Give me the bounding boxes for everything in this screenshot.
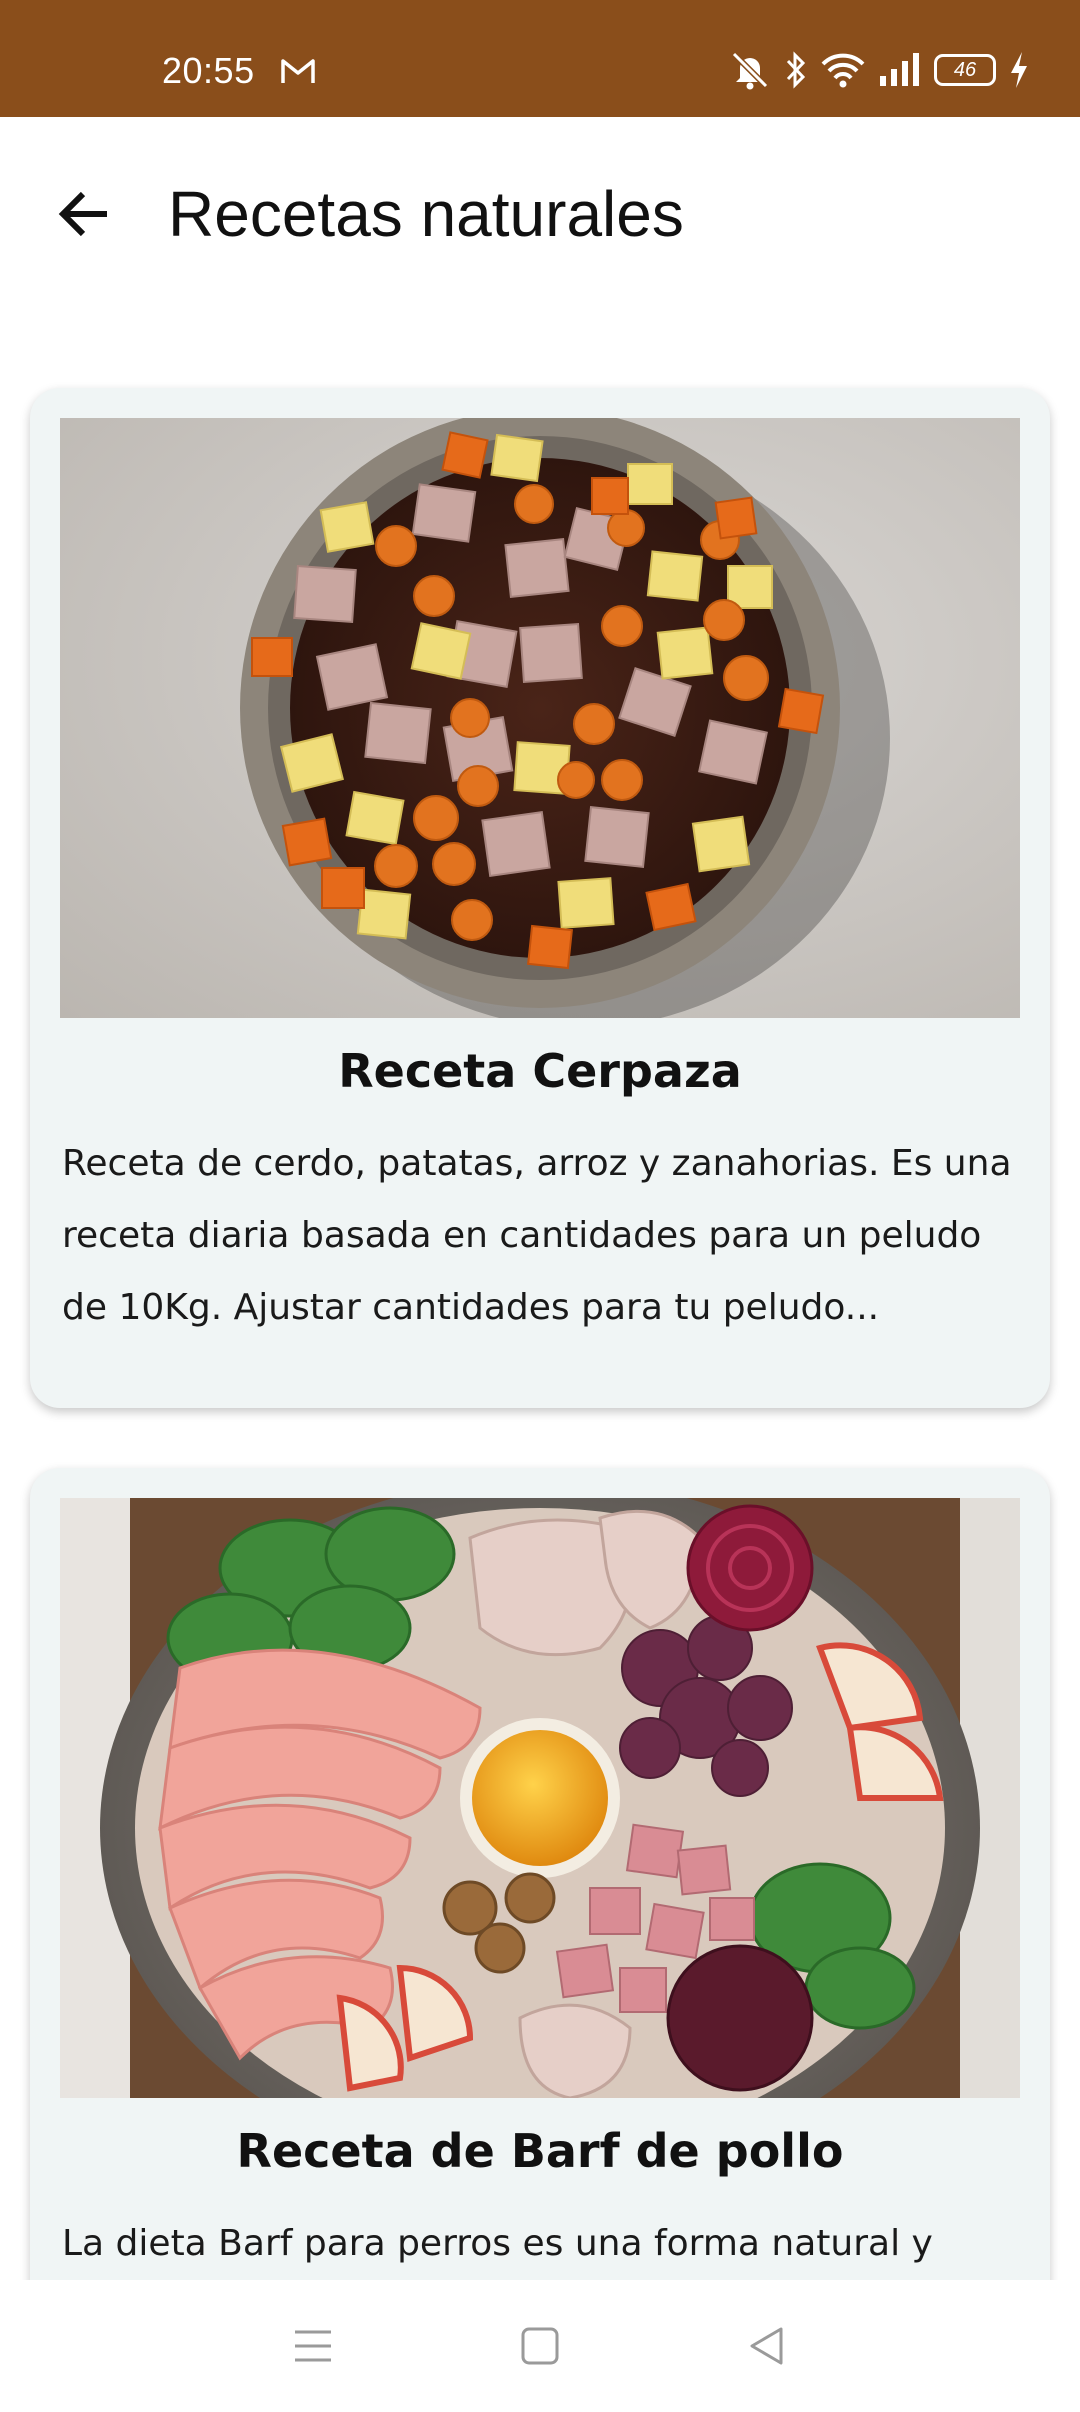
mute-icon	[731, 51, 769, 90]
menu-icon	[295, 2330, 332, 2362]
status-time: 20:55	[162, 50, 255, 91]
app-bar: Recetas naturales	[0, 117, 1080, 313]
recipe-title: Receta Cerpaza	[338, 1044, 742, 1098]
back-button[interactable]	[50, 179, 120, 249]
gmail-icon	[281, 59, 315, 83]
recipe-card[interactable]: Receta Cerpaza Receta de cerdo, patatas,…	[30, 388, 1050, 1408]
home-square-icon	[521, 2327, 559, 2365]
home-button[interactable]	[500, 2306, 580, 2386]
back-nav-button[interactable]	[727, 2306, 807, 2386]
recipe-image	[60, 418, 1020, 1018]
signal-icon	[880, 53, 919, 86]
system-nav-bar	[0, 2280, 1080, 2412]
recipe-title: Receta de Barf de pollo	[236, 2124, 844, 2178]
charging-icon	[1011, 52, 1027, 88]
status-icons: 46	[728, 50, 1030, 90]
battery-icon: 46	[934, 54, 996, 86]
recipe-card[interactable]: Receta de Barf de pollo La dieta Barf pa…	[30, 1468, 1050, 2280]
recipe-list[interactable]: Receta Cerpaza Receta de cerdo, patatas,…	[0, 313, 1080, 2280]
bluetooth-icon	[786, 51, 806, 89]
recipe-description: La dieta Barf para perros es una forma n…	[62, 2223, 933, 2264]
arrow-left-icon	[58, 191, 107, 237]
back-triangle-icon	[750, 2327, 783, 2365]
battery-level: 46	[953, 58, 977, 81]
page-title: Recetas naturales	[168, 178, 684, 250]
recipe-description: Receta de cerdo, patatas, arroz y zanaho…	[62, 1143, 1012, 1328]
recents-button[interactable]	[273, 2306, 353, 2386]
recipe-image	[60, 1498, 1020, 2098]
status-bar: 20:55 46	[0, 0, 1080, 117]
wifi-icon	[821, 53, 865, 88]
